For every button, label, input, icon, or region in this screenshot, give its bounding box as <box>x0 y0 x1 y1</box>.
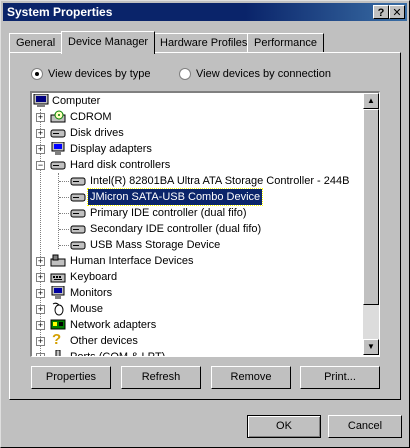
tree-row-secondary-ide[interactable]: Secondary IDE controller (dual fifo) <box>32 221 377 237</box>
keyboard-icon <box>50 273 66 283</box>
tree-label: Primary IDE controller (dual fifo) <box>90 207 247 219</box>
radio-unselected-icon <box>179 68 191 80</box>
refresh-button[interactable]: Refresh <box>121 366 201 389</box>
scroll-thumb[interactable] <box>363 109 379 305</box>
hid-icon <box>50 254 66 267</box>
tree-label: USB Mass Storage Device <box>90 239 221 251</box>
expand-plus-icon[interactable]: + <box>36 257 45 266</box>
tree-row-ports[interactable]: + Ports (COM & LPT) <box>32 349 362 357</box>
tab-general[interactable]: General <box>9 33 63 52</box>
tree-label: Hard disk controllers <box>70 159 171 171</box>
tree-row-jmicron-device[interactable]: JMicron SATA-USB Combo Device <box>32 188 377 206</box>
collapse-minus-icon[interactable]: − <box>36 161 45 170</box>
title-bar[interactable]: System Properties ? ✕ <box>3 3 407 21</box>
tree-row-cdrom[interactable]: + CDROM <box>32 109 362 125</box>
scroll-down-arrow-icon[interactable]: ▼ <box>363 339 379 355</box>
properties-button[interactable]: Properties <box>31 366 111 389</box>
tree-label: CDROM <box>70 111 112 123</box>
expand-plus-icon[interactable]: + <box>36 305 45 314</box>
tree-label: Network adapters <box>70 319 157 331</box>
expand-plus-icon[interactable]: + <box>36 289 45 298</box>
view-by-connection-label: View devices by connection <box>196 68 331 80</box>
tree-row-primary-ide[interactable]: Primary IDE controller (dual fifo) <box>32 205 377 221</box>
expand-plus-icon[interactable]: + <box>36 129 45 138</box>
window-title: System Properties <box>7 5 113 19</box>
device-tree[interactable]: Computer + CDROM + Disk drives + Display… <box>30 91 380 357</box>
tree-vertical-scrollbar[interactable]: ▲ ▼ <box>363 93 379 355</box>
tree-label: Display adapters <box>70 143 152 155</box>
controller-icon <box>50 161 66 170</box>
tree-row-computer[interactable]: Computer <box>32 93 362 109</box>
expand-plus-icon[interactable]: + <box>36 273 45 282</box>
view-by-type-radio[interactable]: View devices by type <box>31 68 151 80</box>
scroll-up-arrow-icon[interactable]: ▲ <box>363 93 379 109</box>
close-button[interactable]: ✕ <box>389 5 405 19</box>
tree-label: Human Interface Devices <box>70 255 194 267</box>
expand-plus-icon[interactable]: + <box>36 337 45 346</box>
tree-row-display-adapters[interactable]: + Display adapters <box>32 141 362 157</box>
controller-icon <box>70 225 86 234</box>
expand-plus-icon[interactable]: + <box>36 113 45 122</box>
tree-row-usb-mass-storage[interactable]: USB Mass Storage Device <box>32 237 377 253</box>
tree-row-monitors[interactable]: + Monitors <box>32 285 362 301</box>
port-icon <box>55 350 61 356</box>
controller-icon <box>70 209 86 218</box>
print-button[interactable]: Print... <box>300 366 380 389</box>
tree-label: Disk drives <box>70 127 124 139</box>
ok-button[interactable]: OK <box>247 415 321 438</box>
controller-icon <box>70 177 86 186</box>
mouse-icon <box>52 302 64 316</box>
expand-plus-icon[interactable]: + <box>36 321 45 330</box>
tree-label: Secondary IDE controller (dual fifo) <box>90 223 262 235</box>
tab-hardware-profiles[interactable]: Hardware Profiles <box>153 33 255 52</box>
tree-label-selected: JMicron SATA-USB Combo Device <box>86 188 264 206</box>
question-mark-icon: ? <box>52 331 62 348</box>
help-button[interactable]: ? <box>373 5 389 19</box>
expand-plus-icon[interactable]: + <box>36 145 45 154</box>
tree-label: Other devices <box>70 335 138 347</box>
monitor-icon <box>51 286 65 299</box>
tree-row-hard-disk-controllers[interactable]: − Hard disk controllers <box>32 157 362 173</box>
computer-icon <box>33 94 49 107</box>
controller-icon <box>70 241 86 250</box>
tree-row-network-adapters[interactable]: + Network adapters <box>32 317 362 333</box>
disk-drive-icon <box>50 129 66 138</box>
cdrom-icon <box>50 110 66 123</box>
system-properties-window: System Properties ? ✕ General Device Man… <box>0 0 410 448</box>
tree-label-computer: Computer <box>52 95 101 107</box>
network-adapter-icon <box>50 319 66 330</box>
tree-row-other-devices[interactable]: + ? Other devices <box>32 331 362 349</box>
tab-device-manager[interactable]: Device Manager <box>61 31 156 54</box>
tree-row-keyboard[interactable]: + Keyboard <box>32 269 362 285</box>
cancel-button[interactable]: Cancel <box>328 415 402 438</box>
radio-selected-icon <box>31 68 43 80</box>
controller-icon <box>70 193 86 202</box>
tab-performance[interactable]: Performance <box>247 33 324 52</box>
tree-row-intel-controller[interactable]: Intel(R) 82801BA Ultra ATA Storage Contr… <box>32 173 377 189</box>
tree-label: Monitors <box>70 287 113 299</box>
tree-row-human-interface-devices[interactable]: + Human Interface Devices <box>32 253 362 269</box>
display-adapter-icon <box>51 142 65 155</box>
view-by-connection-radio[interactable]: View devices by connection <box>179 68 331 80</box>
expand-plus-icon[interactable]: + <box>36 353 45 356</box>
view-by-type-label: View devices by type <box>48 68 151 80</box>
tree-label: Keyboard <box>70 271 118 283</box>
tree-label: Ports (COM & LPT) <box>70 351 166 357</box>
remove-button[interactable]: Remove <box>211 366 291 389</box>
tree-label: Mouse <box>70 303 104 315</box>
tree-row-mouse[interactable]: + Mouse <box>32 301 362 317</box>
tree-label: Intel(R) 82801BA Ultra ATA Storage Contr… <box>90 175 350 187</box>
tree-row-disk-drives[interactable]: + Disk drives <box>32 125 362 141</box>
